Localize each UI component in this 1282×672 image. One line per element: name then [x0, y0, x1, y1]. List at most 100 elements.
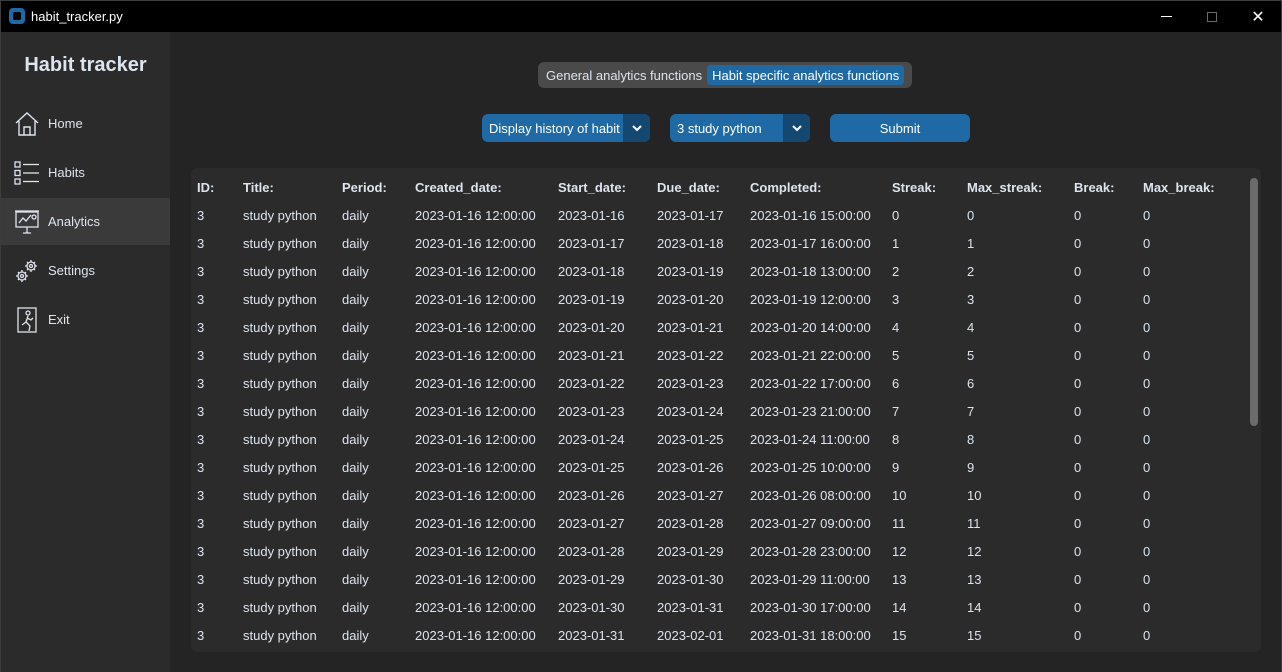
cell-start-date: 2023-01-30	[558, 600, 625, 615]
cell-due-date: 2023-01-23	[657, 376, 724, 391]
cell-due-date: 2023-01-26	[657, 460, 724, 475]
cell-due-date: 2023-01-22	[657, 348, 724, 363]
cell-start-date: 2023-01-29	[558, 572, 625, 587]
gears-icon	[16, 259, 37, 282]
cell-streak: 6	[892, 376, 900, 391]
app-brand: Habit tracker	[24, 54, 147, 76]
table-row: 3 study python daily 2023-01-16 12:00:00 202…	[191, 454, 1251, 482]
cell-created-date: 2023-01-16 12:00:00	[415, 348, 536, 363]
cell-break: 0	[1074, 432, 1082, 447]
cell-created-date: 2023-01-16 12:00:00	[415, 544, 536, 559]
cell-max-break: 0	[1143, 236, 1151, 251]
cell-streak: 5	[892, 348, 900, 363]
cell-id: 3	[197, 236, 205, 251]
cell-completed: 2023-01-29 11:00:00	[750, 572, 870, 587]
cell-break: 0	[1074, 600, 1082, 615]
cell-due-date: 2023-02-01	[657, 628, 724, 643]
cell-period: daily	[342, 460, 369, 475]
cell-id: 3	[197, 376, 205, 391]
sidebar-item-analytics[interactable]: Analytics	[1, 198, 170, 245]
table-row: 3 study python daily 2023-01-16 12:00:00 202…	[191, 622, 1251, 650]
cell-max-streak: 8	[967, 432, 975, 447]
cell-streak: 1	[892, 236, 900, 251]
title-bar[interactable]: habit_tracker.py ✕	[1, 1, 1281, 32]
close-button[interactable]: ✕	[1235, 1, 1281, 32]
cell-created-date: 2023-01-16 12:00:00	[415, 320, 536, 335]
cell-max-break: 0	[1143, 488, 1151, 503]
column-header-id: ID:	[197, 180, 215, 195]
cell-due-date: 2023-01-29	[657, 544, 724, 559]
cell-completed: 2023-01-18 13:00:00	[750, 264, 871, 279]
cell-completed: 2023-01-25 10:00:00	[750, 460, 871, 475]
column-header-max-break: Max_break:	[1143, 180, 1215, 195]
cell-streak: 2	[892, 264, 900, 279]
cell-break: 0	[1074, 292, 1082, 307]
tab-general-analytics[interactable]: General analytics functions	[541, 65, 707, 85]
cell-completed: 2023-01-22 17:00:00	[750, 376, 871, 391]
cell-start-date: 2023-01-31	[558, 628, 625, 643]
cell-break: 0	[1074, 208, 1082, 223]
cell-streak: 9	[892, 460, 900, 475]
app-icon	[9, 8, 25, 24]
cell-max-break: 0	[1143, 460, 1151, 475]
cell-due-date: 2023-01-28	[657, 516, 724, 531]
submit-button[interactable]: Submit	[830, 114, 970, 142]
cell-max-break: 0	[1143, 516, 1151, 531]
cell-created-date: 2023-01-16 12:00:00	[415, 292, 536, 307]
cell-max-break: 0	[1143, 320, 1151, 335]
cell-period: daily	[342, 516, 369, 531]
cell-max-break: 0	[1143, 292, 1151, 307]
cell-streak: 14	[892, 600, 907, 615]
habit-dropdown-value: 3 study python	[677, 120, 762, 136]
column-header-due-date: Due_date:	[657, 180, 720, 195]
tab-habit-analytics[interactable]: Habit specific analytics functions	[707, 65, 905, 85]
sidebar-item-exit[interactable]: Exit	[1, 296, 170, 343]
column-header-period: Period:	[342, 180, 387, 195]
cell-max-streak: 4	[967, 320, 975, 335]
table-row: 3 study python daily 2023-01-16 12:00:00 202…	[191, 230, 1251, 258]
cell-max-break: 0	[1143, 376, 1151, 391]
cell-title: study python	[243, 544, 317, 559]
cell-streak: 3	[892, 292, 900, 307]
sidebar-item-label: Settings	[48, 263, 95, 278]
sidebar-item-home[interactable]: Home	[1, 100, 170, 147]
maximize-button[interactable]	[1189, 1, 1235, 32]
cell-title: study python	[243, 572, 317, 587]
cell-id: 3	[197, 348, 205, 363]
cell-completed: 2023-01-21 22:00:00	[750, 348, 871, 363]
column-header-completed: Completed:	[750, 180, 822, 195]
cell-created-date: 2023-01-16 12:00:00	[415, 264, 536, 279]
cell-period: daily	[342, 488, 369, 503]
cell-streak: 15	[892, 628, 907, 643]
function-dropdown[interactable]: Display history of habit	[482, 114, 650, 142]
cell-title: study python	[243, 208, 317, 223]
table-row: 3 study python daily 2023-01-16 12:00:00 202…	[191, 370, 1251, 398]
cell-streak: 12	[892, 544, 907, 559]
table-row: 3 study python daily 2023-01-16 12:00:00 202…	[191, 426, 1251, 454]
sidebar-item-settings[interactable]: Settings	[1, 247, 170, 294]
history-table: ID: Title: Period: Created_date: Start_date:…	[191, 168, 1261, 652]
cell-period: daily	[342, 572, 369, 587]
cell-start-date: 2023-01-20	[558, 320, 625, 335]
cell-break: 0	[1074, 320, 1082, 335]
cell-completed: 2023-01-26 08:00:00	[750, 488, 871, 503]
cell-streak: 7	[892, 404, 900, 419]
close-icon: ✕	[1251, 8, 1265, 26]
cell-streak: 8	[892, 432, 900, 447]
chevron-down-icon[interactable]	[783, 114, 810, 142]
cell-period: daily	[342, 264, 369, 279]
cell-max-break: 0	[1143, 432, 1151, 447]
column-header-title: Title:	[243, 180, 274, 195]
cell-start-date: 2023-01-17	[558, 236, 625, 251]
minimize-button[interactable]	[1143, 1, 1189, 32]
cell-title: study python	[243, 488, 317, 503]
habit-dropdown[interactable]: 3 study python	[670, 114, 810, 142]
cell-id: 3	[197, 208, 205, 223]
table-scrollbar[interactable]	[1250, 178, 1258, 426]
sidebar-item-habits[interactable]: Habits	[1, 149, 170, 196]
cell-due-date: 2023-01-19	[657, 264, 724, 279]
cell-created-date: 2023-01-16 12:00:00	[415, 236, 536, 251]
chevron-down-icon[interactable]	[623, 114, 650, 142]
cell-max-streak: 15	[967, 628, 982, 643]
cell-streak: 4	[892, 320, 900, 335]
